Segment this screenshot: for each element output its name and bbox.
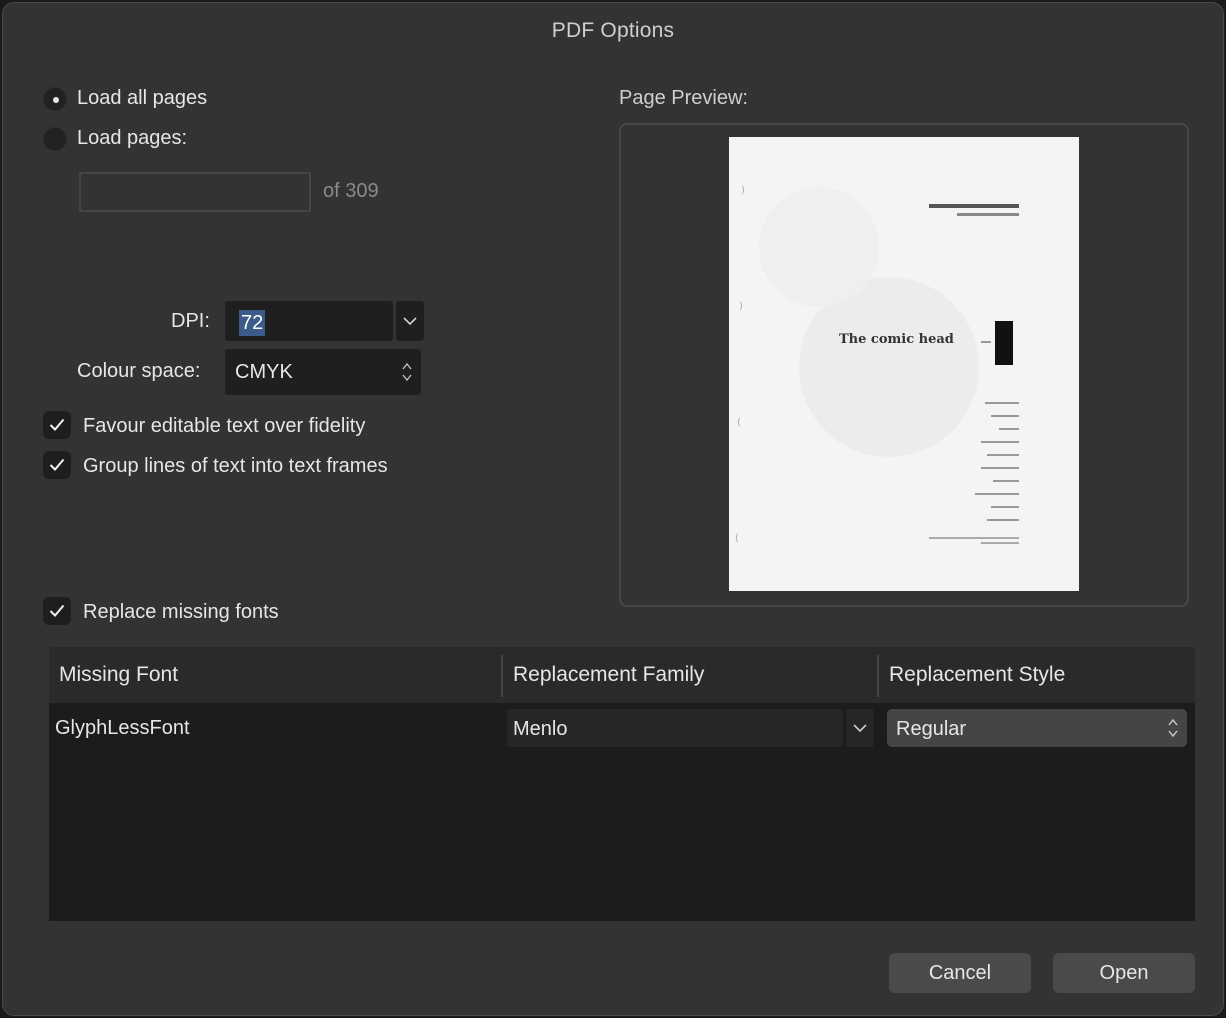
- svg-text:(: (: [735, 533, 739, 544]
- column-header-replacement-style[interactable]: Replacement Style: [889, 663, 1065, 687]
- page-thumbnail-graphic: ) ) ( (: [735, 185, 1019, 544]
- colour-space-select[interactable]: CMYK: [225, 349, 421, 395]
- group-lines-label[interactable]: Group lines of text into text frames: [83, 455, 388, 478]
- page-preview-title: The comic head: [839, 332, 954, 347]
- load-pages-label[interactable]: Load pages:: [77, 127, 187, 150]
- dpi-dropdown-button[interactable]: [396, 301, 424, 341]
- page-range-input[interactable]: [79, 172, 311, 212]
- replacement-family-value: Menlo: [513, 718, 568, 740]
- checkmark-icon: [49, 604, 65, 617]
- up-down-chevron-icon: [402, 362, 412, 382]
- dialog-title: PDF Options: [551, 19, 675, 42]
- svg-text:): ): [741, 185, 745, 196]
- favour-editable-checkbox[interactable]: [43, 411, 71, 439]
- pdf-options-dialog: PDF Options Load all pages Load pages: o…: [2, 2, 1224, 1016]
- checkmark-icon: [49, 458, 65, 471]
- load-all-pages-label[interactable]: Load all pages: [77, 87, 207, 110]
- open-button[interactable]: Open: [1053, 953, 1195, 993]
- load-pages-radio[interactable]: [43, 127, 67, 151]
- cancel-button[interactable]: Cancel: [889, 953, 1031, 993]
- dpi-label: DPI:: [171, 310, 210, 332]
- svg-text:(: (: [737, 417, 741, 428]
- column-divider[interactable]: [877, 655, 879, 697]
- page-preview-panel: ) ) ( (The comic head: [619, 123, 1189, 607]
- page-count-label: of 309: [323, 180, 379, 202]
- column-divider[interactable]: [501, 655, 503, 697]
- replacement-style-value: Regular: [896, 718, 967, 740]
- group-lines-checkbox[interactable]: [43, 451, 71, 479]
- svg-text:): ): [739, 301, 743, 312]
- table-row[interactable]: GlyphLessFont Menlo Regular: [49, 705, 1195, 751]
- replace-fonts-checkbox[interactable]: [43, 597, 71, 625]
- colour-space-value: CMYK: [235, 361, 293, 383]
- up-down-chevron-icon: [1168, 718, 1178, 738]
- replacement-style-select[interactable]: Regular: [887, 709, 1187, 747]
- column-header-missing-font[interactable]: Missing Font: [59, 663, 178, 687]
- load-all-pages-radio[interactable]: [43, 87, 67, 111]
- colour-space-label: Colour space:: [77, 360, 201, 382]
- checkmark-icon: [49, 418, 65, 431]
- page-preview-label: Page Preview:: [619, 87, 748, 109]
- replacement-family-dropdown-button[interactable]: [846, 709, 874, 747]
- page-preview-image: ) ) ( (The comic head: [729, 137, 1079, 591]
- favour-editable-label[interactable]: Favour editable text over fidelity: [83, 415, 365, 438]
- chevron-down-icon: [853, 723, 867, 732]
- missing-font-cell: GlyphLessFont: [55, 717, 190, 739]
- missing-fonts-table: Missing Font Replacement Family Replacem…: [49, 647, 1195, 921]
- replace-fonts-label[interactable]: Replace missing fonts: [83, 601, 279, 624]
- replacement-family-input[interactable]: Menlo: [507, 709, 843, 747]
- dpi-value[interactable]: 72: [239, 310, 266, 336]
- chevron-down-icon: [403, 316, 417, 325]
- table-header: Missing Font Replacement Family Replacem…: [49, 647, 1195, 703]
- column-header-replacement-family[interactable]: Replacement Family: [513, 663, 704, 687]
